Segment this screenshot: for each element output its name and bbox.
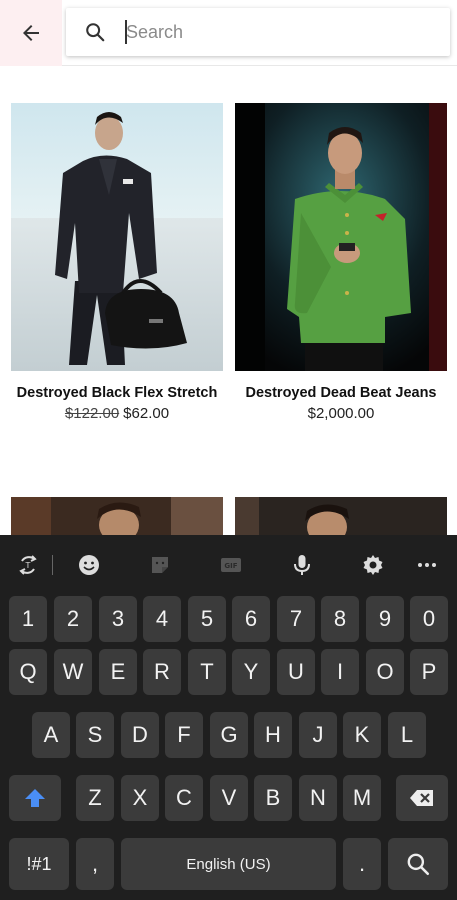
- symbols-key[interactable]: !#1: [9, 838, 69, 890]
- microphone-icon[interactable]: [290, 553, 314, 577]
- key-2[interactable]: 2: [54, 596, 92, 642]
- key-p[interactable]: P: [410, 649, 448, 695]
- search-input[interactable]: [126, 18, 426, 46]
- search-icon: [407, 853, 430, 876]
- product-name[interactable]: Destroyed Black Flex Stretch: [11, 385, 223, 401]
- key-g[interactable]: G: [210, 712, 248, 758]
- svg-text:T: T: [25, 561, 31, 570]
- key-0[interactable]: 0: [410, 596, 448, 642]
- product-price: $2,000.00: [235, 405, 447, 422]
- key-h[interactable]: H: [254, 712, 292, 758]
- product-card[interactable]: Destroyed Black Flex Stretch $122.00 $62.…: [11, 103, 223, 422]
- keyboard-toolbar: T GIF: [0, 535, 457, 593]
- soft-keyboard: T GIF 1 2 3 4 5 6 7 8 9 0 Q W E R T Y U …: [0, 535, 457, 900]
- key-y[interactable]: Y: [232, 649, 270, 695]
- key-f[interactable]: F: [165, 712, 203, 758]
- search-bar[interactable]: [66, 8, 450, 56]
- product-image[interactable]: [235, 497, 447, 537]
- product-image[interactable]: [235, 103, 447, 371]
- product-image[interactable]: [11, 497, 223, 537]
- translate-icon[interactable]: T: [16, 553, 40, 577]
- key-5[interactable]: 5: [188, 596, 226, 642]
- key-q[interactable]: Q: [9, 649, 47, 695]
- key-8[interactable]: 8: [321, 596, 359, 642]
- key-1[interactable]: 1: [9, 596, 47, 642]
- product-image[interactable]: [11, 103, 223, 371]
- key-s[interactable]: S: [76, 712, 114, 758]
- key-d[interactable]: D: [121, 712, 159, 758]
- key-7[interactable]: 7: [277, 596, 315, 642]
- key-w[interactable]: W: [54, 649, 92, 695]
- key-o[interactable]: O: [366, 649, 404, 695]
- emoji-icon[interactable]: [77, 553, 101, 577]
- key-z[interactable]: Z: [76, 775, 114, 821]
- back-button[interactable]: [0, 0, 62, 66]
- shift-arrow-icon: [25, 789, 45, 807]
- key-l[interactable]: L: [388, 712, 426, 758]
- gif-icon[interactable]: GIF: [219, 553, 243, 577]
- key-t[interactable]: T: [188, 649, 226, 695]
- search-results-screen: Destroyed Black Flex Stretch $122.00$62.…: [0, 0, 457, 900]
- original-price: $122.00: [64, 405, 120, 422]
- settings-icon[interactable]: [361, 553, 385, 577]
- key-b[interactable]: B: [254, 775, 292, 821]
- key-x[interactable]: X: [121, 775, 159, 821]
- key-i[interactable]: I: [321, 649, 359, 695]
- toolbar-divider: [52, 555, 53, 575]
- key-a[interactable]: A: [32, 712, 70, 758]
- more-icon[interactable]: [415, 553, 439, 577]
- period-key[interactable]: .: [343, 838, 381, 890]
- key-6[interactable]: 6: [232, 596, 270, 642]
- key-9[interactable]: 9: [366, 596, 404, 642]
- key-u[interactable]: U: [277, 649, 315, 695]
- search-icon: [86, 23, 105, 42]
- product-name[interactable]: Destroyed Dead Beat Jeans: [235, 385, 447, 401]
- key-m[interactable]: M: [343, 775, 381, 821]
- svg-text:GIF: GIF: [224, 562, 237, 570]
- product-card[interactable]: Destroyed Dead Beat Jeans $2,000.00: [235, 103, 447, 422]
- product-price: $122.00 $62.00: [11, 405, 223, 422]
- top-bar: [0, 0, 457, 66]
- sale-price: $2,000.00: [307, 405, 375, 422]
- key-c[interactable]: C: [165, 775, 203, 821]
- key-e[interactable]: E: [99, 649, 137, 695]
- search-key[interactable]: [388, 838, 448, 890]
- key-k[interactable]: K: [343, 712, 381, 758]
- space-bar[interactable]: English (US): [121, 838, 336, 890]
- arrow-left-icon: [23, 25, 39, 41]
- shift-key[interactable]: [9, 775, 61, 821]
- key-n[interactable]: N: [299, 775, 337, 821]
- backspace-icon: [410, 790, 433, 806]
- key-r[interactable]: R: [143, 649, 181, 695]
- key-v[interactable]: V: [210, 775, 248, 821]
- sale-price: $62.00: [123, 405, 170, 422]
- key-j[interactable]: J: [299, 712, 337, 758]
- key-3[interactable]: 3: [99, 596, 137, 642]
- sticker-icon[interactable]: [148, 553, 172, 577]
- key-4[interactable]: 4: [143, 596, 181, 642]
- backspace-key[interactable]: [396, 775, 448, 821]
- comma-key[interactable]: ,: [76, 838, 114, 890]
